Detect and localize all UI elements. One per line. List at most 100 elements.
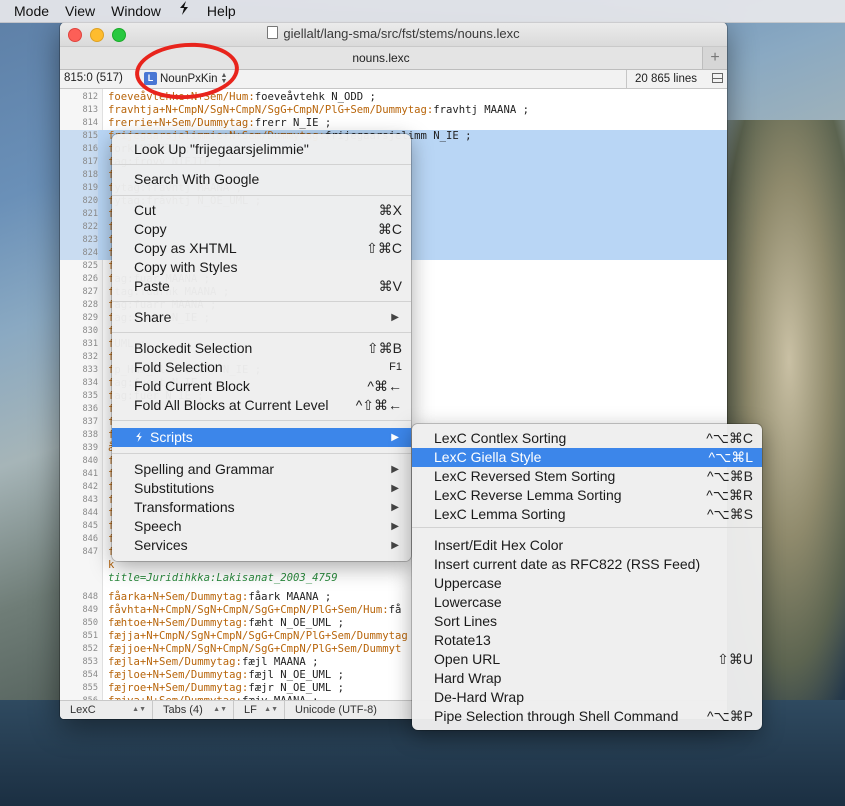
scripts-menu-item[interactable]: LexC Lemma Sorting ^⌥⌘S: [412, 505, 762, 524]
menu-item-fold-all-blocks[interactable]: Fold All Blocks at Current Level ^⇧⌘←: [112, 396, 411, 415]
line-number: 819: [60, 182, 98, 195]
menu-item-label: Hard Wrap: [434, 670, 502, 686]
menu-separator: [412, 527, 762, 528]
code-text: fåarka+N+Sem/Dummytag:fåark MAANA ;: [108, 591, 331, 604]
menu-item-copy-xhtml[interactable]: Copy as XHTML ⇧⌘C: [112, 239, 411, 258]
menu-item-label: Fold Selection: [134, 359, 223, 375]
menu-item-shortcut: ⌘V: [378, 278, 402, 294]
menu-item-blockedit[interactable]: Blockedit Selection ⇧⌘B: [112, 339, 411, 358]
scripts-menu-item[interactable]: Insert current date as RFC822 (RSS Feed): [412, 555, 762, 574]
submenu-arrow-icon: ▶: [391, 312, 399, 323]
menu-mode[interactable]: Mode: [0, 0, 57, 22]
line-number: 830: [82, 326, 98, 336]
popup-chevron-icon: ▲▼: [132, 706, 146, 713]
menu-item-label: Lowercase: [434, 594, 502, 610]
menu-item-fold-current-block[interactable]: Fold Current Block ^⌘←: [112, 377, 411, 396]
menu-item-substitutions[interactable]: Substitutions ▶: [112, 479, 411, 498]
code-line[interactable]: 813 fravhtja+N+CmpN/SgN+CmpN/SgG+CmpN/PlG…: [60, 104, 727, 117]
menu-item-scripts[interactable]: Scripts ▶: [112, 428, 411, 447]
menu-item-copy[interactable]: Copy ⌘C: [112, 220, 411, 239]
line-ending-label: LF: [244, 704, 257, 716]
menu-item-look-up[interactable]: Look Up "frijegaarsjelimmie": [112, 140, 411, 159]
scripts-menu-item[interactable]: LexC Giella Style ^⌥⌘L: [412, 448, 762, 467]
menu-item-label: Search With Google: [134, 171, 260, 187]
menu-item-search-google[interactable]: Search With Google: [112, 170, 411, 189]
menu-item-cut[interactable]: Cut ⌘X: [112, 201, 411, 220]
scripts-menu-item[interactable]: LexC Reverse Lemma Sorting ^⌥⌘R: [412, 486, 762, 505]
code-text: fæjroe+N+Sem/Dummytag:fæjr N_OE_UML ;: [108, 682, 344, 695]
menu-item-shortcut: ^⌥⌘L: [708, 449, 754, 465]
scripts-menu-item[interactable]: Insert/Edit Hex Color: [412, 536, 762, 555]
line-number: 847: [82, 547, 98, 557]
code-continuation: fæjr N_OE_UML ;: [248, 682, 344, 694]
scripts-menu-item[interactable]: Hard Wrap: [412, 669, 762, 688]
scripts-menu-item[interactable]: Uppercase: [412, 574, 762, 593]
menubar: Mode View Window Help: [0, 0, 845, 23]
scripts-menu-item[interactable]: Open URL ⇧⌘U: [412, 650, 762, 669]
scripts-menu-item[interactable]: LexC Reversed Stem Sorting ^⌥⌘B: [412, 467, 762, 486]
menu-item-label: Copy with Styles: [134, 259, 238, 275]
cursor-position[interactable]: 815:0 (517): [64, 72, 123, 84]
scripts-menu-item[interactable]: Rotate13: [412, 631, 762, 650]
menu-view[interactable]: View: [57, 0, 103, 22]
scripts-menu-item[interactable]: Pipe Selection through Shell Command ^⌥⌘P: [412, 707, 762, 726]
line-ending-popup[interactable]: LF ▲▼: [234, 701, 285, 719]
line-number: 855: [82, 683, 98, 693]
line-number: 813: [82, 105, 98, 115]
scripts-menu-item[interactable]: LexC Contlex Sorting ^⌥⌘C: [412, 429, 762, 448]
line-number: 831: [82, 339, 98, 349]
syntax-mode-popup[interactable]: LexC ▲▼: [60, 701, 153, 719]
line-number: 816: [60, 143, 98, 156]
menu-item-label: LexC Giella Style: [434, 449, 542, 465]
menu-help[interactable]: Help: [199, 0, 244, 22]
menu-item-label: Paste: [134, 278, 170, 294]
menu-item-label-text: Scripts: [150, 429, 193, 445]
menu-item-label: Fold All Blocks at Current Level: [134, 397, 329, 413]
menu-item-copy-styles[interactable]: Copy with Styles: [112, 258, 411, 277]
menu-scripts-icon[interactable]: [169, 0, 199, 22]
code-lemma: fæjroe+N+Sem/Dummytag:: [108, 682, 249, 694]
encoding-label: Unicode (UTF-8): [295, 704, 377, 716]
menu-item-fold-selection[interactable]: Fold Selection F1: [112, 358, 411, 377]
line-count: 20 865 lines: [625, 70, 703, 88]
scripts-icon: [179, 1, 188, 15]
menu-item-label: Services: [134, 537, 188, 553]
line-number: 814: [82, 118, 98, 128]
submenu-arrow-icon: ▶: [391, 521, 399, 532]
code-line[interactable]: 814 frerrie+N+Sem/Dummytag:frerr N_IE ;: [60, 117, 727, 130]
menu-item-label: Sort Lines: [434, 613, 498, 629]
menu-item-label: Substitutions: [134, 480, 215, 496]
encoding-popup[interactable]: Unicode (UTF-8): [285, 701, 422, 719]
new-tab-button[interactable]: +: [703, 47, 727, 69]
code-continuation: fravhtj MAANA ;: [433, 104, 529, 116]
menu-item-spelling-grammar[interactable]: Spelling and Grammar ▶: [112, 460, 411, 479]
scripts-menu-item[interactable]: Lowercase: [412, 593, 762, 612]
menu-item-share[interactable]: Share ▶: [112, 308, 411, 327]
menu-item-label: Look Up "frijegaarsjelimmie": [134, 141, 309, 157]
split-view-icon[interactable]: [712, 73, 723, 83]
tabs-setting-popup[interactable]: Tabs (4) ▲▼: [153, 701, 234, 719]
code-continuation: fæjl N_OE_UML ;: [248, 669, 344, 681]
line-number: 849: [82, 605, 98, 615]
menu-item-transformations[interactable]: Transformations ▶: [112, 498, 411, 517]
menu-item-label: LexC Contlex Sorting: [434, 430, 567, 446]
line-number: 833: [82, 365, 98, 375]
menu-item-label: Share: [134, 309, 172, 325]
menu-item-paste[interactable]: Paste ⌘V: [112, 277, 411, 296]
menu-separator: [112, 420, 411, 421]
scripts-menu-item[interactable]: Sort Lines: [412, 612, 762, 631]
menu-item-services[interactable]: Services ▶: [112, 536, 411, 555]
line-number: 852: [82, 644, 98, 654]
menu-window[interactable]: Window: [103, 0, 169, 22]
menu-item-shortcut: F1: [389, 361, 402, 373]
window-titlebar[interactable]: giellalt/lang-sma/src/fst/stems/nouns.le…: [60, 22, 727, 47]
scripts-menu-item[interactable]: De-Hard Wrap: [412, 688, 762, 707]
menu-separator: [112, 332, 411, 333]
menu-item-speech[interactable]: Speech ▶: [112, 517, 411, 536]
line-number: 817: [60, 156, 98, 169]
line-number: 824: [60, 247, 98, 260]
code-lemma: fåarka+N+Sem/Dummytag:: [108, 591, 249, 603]
line-number: 827: [82, 287, 98, 297]
menu-item-label: Rotate13: [434, 632, 491, 648]
line-number: 842: [82, 482, 98, 492]
